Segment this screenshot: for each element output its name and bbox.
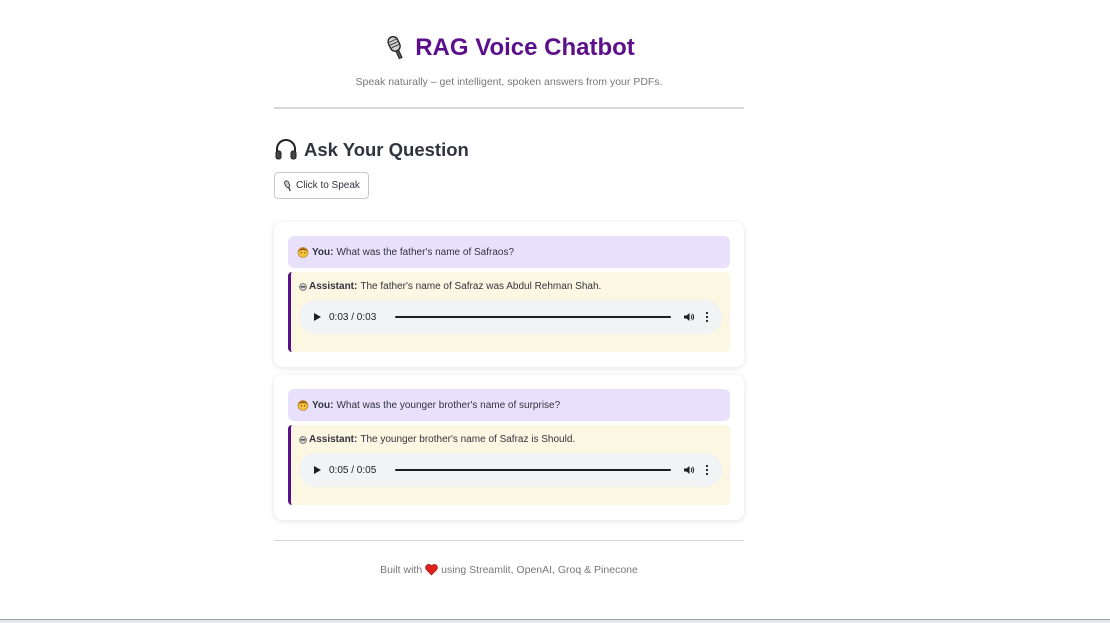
assistant-message: Assistant: The father's name of Safraz w… bbox=[288, 272, 730, 352]
audio-time: 0:05 / 0:05 bbox=[329, 464, 377, 476]
microphone-icon bbox=[387, 35, 403, 60]
assistant-text: The younger brother's name of Safraz is … bbox=[360, 434, 576, 445]
robot-icon bbox=[299, 282, 307, 291]
user-label: You: bbox=[312, 246, 334, 258]
audio-time: 0:03 / 0:03 bbox=[329, 311, 377, 323]
user-text: What was the younger brother's name of s… bbox=[336, 399, 561, 411]
click-to-speak-label: Click to Speak bbox=[296, 180, 360, 191]
page-subtitle: Speak naturally – get intelligent, spoke… bbox=[355, 76, 663, 88]
heart-icon bbox=[425, 564, 438, 576]
audio-player[interactable]: 0:05 / 0:05 bbox=[299, 453, 722, 487]
section-title: Ask Your Question bbox=[274, 138, 469, 162]
volume-icon[interactable] bbox=[683, 464, 695, 476]
microphone-icon bbox=[284, 179, 291, 191]
audio-progress-slider[interactable] bbox=[395, 469, 671, 471]
click-to-speak-button[interactable]: Click to Speak bbox=[274, 172, 369, 199]
footer: Built with using Streamlit, OpenAI, Groq… bbox=[274, 564, 744, 576]
user-message: You: What was the younger brother's name… bbox=[288, 389, 730, 421]
assistant-label: Assistant: bbox=[309, 281, 358, 292]
page-title: RAG Voice Chatbot bbox=[274, 34, 744, 62]
conversation-card: You: What was the younger brother's name… bbox=[274, 375, 744, 520]
assistant-label: Assistant: bbox=[309, 434, 358, 445]
person-icon bbox=[297, 247, 309, 258]
divider bbox=[274, 107, 744, 109]
user-message: You: What was the father's name of Safra… bbox=[288, 236, 730, 268]
robot-icon bbox=[299, 435, 307, 444]
play-icon[interactable] bbox=[311, 311, 323, 323]
conversation-card: You: What was the father's name of Safra… bbox=[274, 222, 744, 367]
assistant-text: The father's name of Safraz was Abdul Re… bbox=[360, 281, 602, 292]
section-title-text: Ask Your Question bbox=[304, 139, 469, 160]
audio-player[interactable]: 0:03 / 0:03 bbox=[299, 300, 722, 334]
assistant-message: Assistant: The younger brother's name of… bbox=[288, 425, 730, 505]
footer-suffix: using Streamlit, OpenAI, Groq & Pinecone bbox=[441, 564, 638, 576]
volume-icon[interactable] bbox=[683, 311, 695, 323]
user-text: What was the father's name of Safraos? bbox=[336, 246, 515, 258]
headphones-icon bbox=[275, 139, 297, 160]
user-label: You: bbox=[312, 399, 334, 411]
more-options-icon[interactable] bbox=[705, 464, 709, 476]
window-bottom-edge bbox=[0, 619, 1110, 623]
app-header: RAG Voice Chatbot Speak naturally – get … bbox=[274, 34, 744, 88]
more-options-icon[interactable] bbox=[705, 311, 709, 323]
page-title-text: RAG Voice Chatbot bbox=[415, 34, 635, 61]
footer-prefix: Built with bbox=[380, 564, 423, 576]
play-icon[interactable] bbox=[311, 464, 323, 476]
audio-progress-slider[interactable] bbox=[395, 316, 671, 318]
divider bbox=[274, 540, 744, 541]
person-icon bbox=[297, 400, 309, 411]
